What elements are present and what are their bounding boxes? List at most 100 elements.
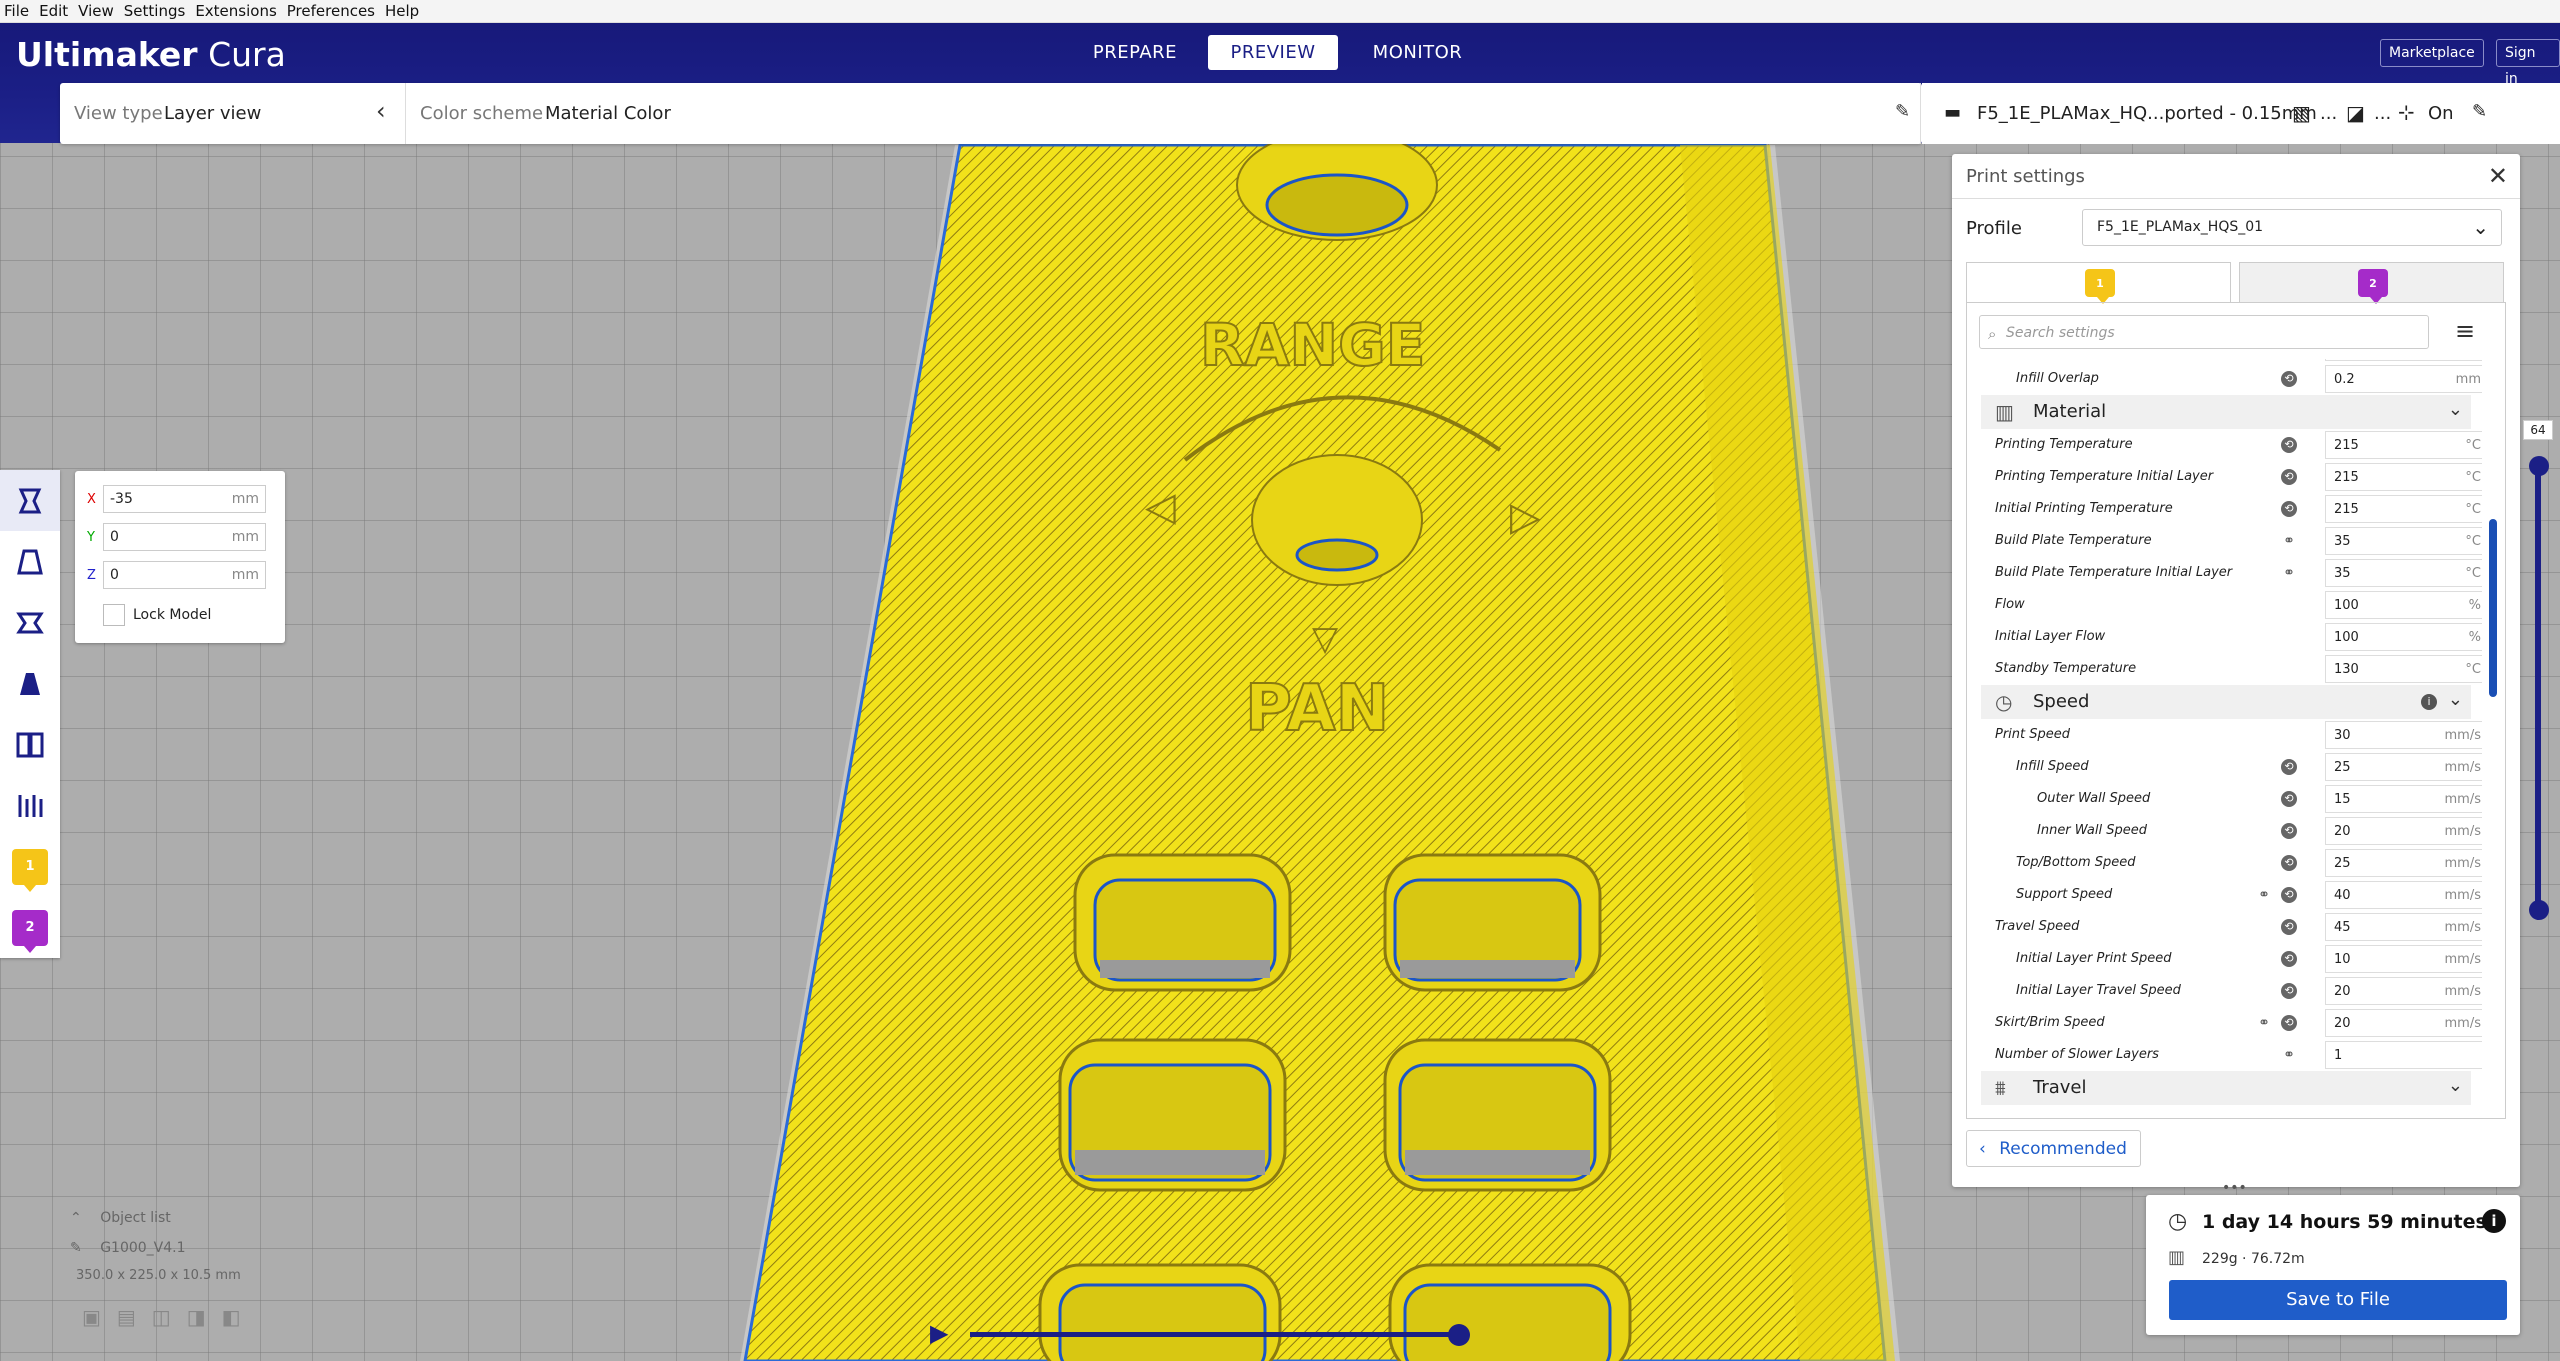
setting-value-field[interactable]: 20 mm/s (2325, 977, 2482, 1005)
extruder-2-tool[interactable]: 2 (0, 897, 60, 958)
revert-icon[interactable]: ⟲ (2281, 371, 2297, 387)
setting-value-field[interactable]: 1 (2325, 1041, 2482, 1069)
tab-monitor[interactable]: MONITOR (1360, 35, 1475, 70)
close-icon[interactable]: ✕ (2488, 162, 2508, 190)
mirror-tool[interactable] (0, 653, 60, 714)
layer-slider[interactable]: 64 (2523, 420, 2553, 920)
move-tool[interactable] (0, 470, 60, 531)
revert-icon[interactable]: ⟲ (2281, 951, 2297, 967)
print-setup-selector[interactable]: ▬ F5_1E_PLAMax_HQ...ported - 0.15mm ▧ ..… (1922, 83, 2560, 144)
setting-value-field[interactable]: 35 °C (2325, 527, 2482, 555)
revert-icon[interactable]: ⟲ (2281, 919, 2297, 935)
color-scheme-select[interactable]: Material Color (545, 103, 671, 124)
object-list-toggle[interactable]: ⌃ Object list (70, 1210, 256, 1226)
setting-value-field[interactable]: 25 mm/s (2325, 849, 2482, 877)
y-input[interactable]: 0 mm (103, 523, 266, 551)
setting-value-field[interactable]: 45 mm/s (2325, 913, 2482, 941)
revert-icon[interactable]: ⟲ (2281, 469, 2297, 485)
lock-model-checkbox[interactable] (103, 604, 125, 626)
revert-icon[interactable]: ⟲ (2281, 1015, 2297, 1031)
setting-value-field[interactable]: 0 (2325, 359, 2482, 361)
profile-select[interactable]: F5_1E_PLAMax_HQS_01 ⌄ (2082, 209, 2502, 246)
layer-slider-upper-handle[interactable] (2529, 456, 2549, 476)
setting-value-field[interactable]: 0.2 mm (2325, 365, 2482, 393)
setting-value-field[interactable]: 100% (2325, 623, 2482, 651)
extruder-1-tool[interactable]: 1 (0, 836, 60, 897)
revert-icon[interactable]: ⟲ (2281, 437, 2297, 453)
setting-value-field[interactable]: 100% (2325, 591, 2482, 619)
z-input[interactable]: 0 mm (103, 561, 266, 589)
setting-value-field[interactable]: 40 mm/s (2325, 881, 2482, 909)
menu-settings[interactable]: Settings (124, 2, 186, 20)
support-blocker-tool[interactable] (0, 775, 60, 836)
link-icon[interactable]: ⚭ (2256, 1015, 2272, 1031)
menu-edit[interactable]: Edit (39, 2, 68, 20)
rotate-tool[interactable] (0, 592, 60, 653)
revert-icon[interactable]: ⟲ (2281, 759, 2297, 775)
revert-icon[interactable]: ⟲ (2281, 823, 2297, 839)
save-to-file-button[interactable]: Save to File (2169, 1280, 2507, 1320)
revert-icon[interactable]: ⟲ (2281, 983, 2297, 999)
per-model-settings-tool[interactable] (0, 714, 60, 775)
setting-value-field[interactable]: 215 °C (2325, 495, 2482, 523)
setting-value-field[interactable]: 215 °C (2325, 431, 2482, 459)
move-icon (18, 488, 42, 513)
path-slider[interactable]: ▶ (930, 1315, 1470, 1355)
path-slider-track[interactable] (970, 1332, 1460, 1337)
sign-in-button[interactable]: Sign in (2496, 39, 2560, 87)
setting-value-field[interactable]: 30 mm/s (2325, 721, 2482, 749)
menu-preferences[interactable]: Preferences (287, 2, 375, 20)
tab-preview[interactable]: PREVIEW (1208, 35, 1338, 70)
menu-extensions[interactable]: Extensions (195, 2, 276, 20)
revert-icon[interactable]: ⟲ (2281, 855, 2297, 871)
link-icon[interactable]: ⚭ (2281, 533, 2297, 549)
revert-icon[interactable]: ⟲ (2281, 887, 2297, 903)
setting-value-field[interactable]: 20 mm/s (2325, 817, 2482, 845)
link-icon[interactable]: ⚭ (2256, 887, 2272, 903)
setting-value-field[interactable]: 10 mm/s (2325, 945, 2482, 973)
revert-icon[interactable]: ⟲ (2281, 791, 2297, 807)
settings-menu-icon[interactable]: ≡ (2455, 317, 2475, 345)
path-slider-handle[interactable] (1448, 1324, 1470, 1346)
info-icon[interactable]: i (2421, 694, 2437, 710)
marketplace-button[interactable]: Marketplace (2380, 39, 2484, 67)
link-icon[interactable]: ⚭ (2281, 565, 2297, 581)
layer-slider-lower-handle[interactable] (2529, 900, 2549, 920)
setting-row: Initial Layer Flow 100% (1967, 621, 2482, 653)
setting-value-field[interactable]: 20 mm/s (2325, 1009, 2482, 1037)
menu-view[interactable]: View (78, 2, 114, 20)
revert-icon[interactable]: ⟲ (2281, 501, 2297, 517)
category-speed[interactable]: ◷ Speed i ⌄ (1981, 685, 2471, 719)
scale-tool[interactable] (0, 531, 60, 592)
camera-view-icons[interactable]: ▣▤◫◨◧ (82, 1305, 256, 1329)
setting-value-field[interactable]: 25 mm/s (2325, 753, 2482, 781)
category-travel[interactable]: ⩩ Travel ⌄ (1981, 1071, 2471, 1105)
setting-value-field[interactable]: 215 °C (2325, 463, 2482, 491)
setting-unit: mm/s (2444, 760, 2481, 775)
edit-pencil-icon[interactable]: ✎ (2472, 101, 2487, 122)
link-icon[interactable]: ⚭ (2281, 1047, 2297, 1063)
setting-value-field[interactable]: 35 °C (2325, 559, 2482, 587)
tab-prepare[interactable]: PREPARE (1080, 35, 1190, 70)
tab-extruder-2[interactable]: 2 (2239, 262, 2504, 304)
play-icon[interactable]: ▶ (930, 1319, 948, 1347)
category-material[interactable]: ▥ Material ⌄ (1981, 395, 2471, 429)
setting-value-field[interactable]: 15 mm/s (2325, 785, 2482, 813)
x-input[interactable]: -35 mm (103, 485, 266, 513)
layer-slider-track[interactable] (2535, 460, 2541, 920)
view-type-select[interactable]: Layer view (164, 103, 261, 124)
recommended-button[interactable]: ‹ Recommended (1966, 1130, 2141, 1167)
search-input[interactable]: ⌕ Search settings (1979, 315, 2429, 349)
setting-value-field[interactable]: 130 °C (2325, 655, 2482, 683)
collapse-chevron-icon[interactable]: ‹ (376, 97, 386, 125)
pencil-icon[interactable]: ✎ (70, 1240, 82, 1256)
layer-number-box[interactable]: 64 (2523, 420, 2553, 440)
menu-file[interactable]: File (4, 2, 29, 20)
scrollbar[interactable] (2489, 519, 2497, 697)
menu-help[interactable]: Help (385, 2, 419, 20)
pencil-icon[interactable]: ✎ (1895, 101, 1910, 122)
resize-handle-icon[interactable]: ••• (2222, 1180, 2247, 1196)
divider (405, 83, 406, 144)
tab-extruder-1[interactable]: 1 (1966, 262, 2231, 304)
info-icon[interactable]: i (2482, 1209, 2506, 1233)
